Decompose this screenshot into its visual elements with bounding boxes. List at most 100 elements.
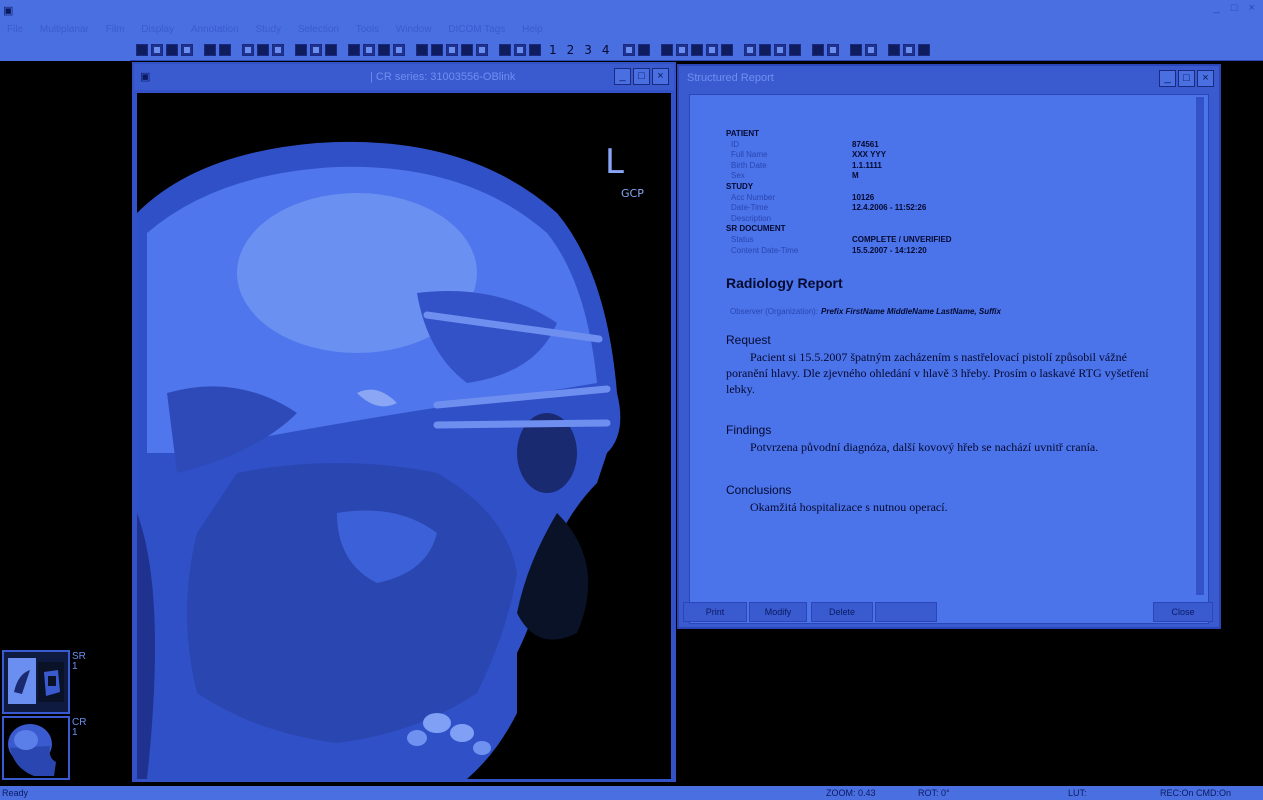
crosshair-icon[interactable] bbox=[720, 44, 733, 56]
invert-icon[interactable] bbox=[325, 44, 337, 56]
mip-icon[interactable] bbox=[675, 44, 688, 56]
sync-icon[interactable] bbox=[446, 44, 458, 56]
menu-annotation[interactable]: Annotation bbox=[184, 22, 246, 35]
menu-selection[interactable]: Selection bbox=[291, 22, 346, 35]
tools-icon[interactable] bbox=[887, 44, 900, 56]
close-series-icon[interactable] bbox=[529, 44, 541, 56]
status-label: Status bbox=[731, 234, 754, 244]
report-scrollbar[interactable] bbox=[1196, 97, 1204, 595]
toolbar: 1 2 3 4 bbox=[0, 39, 1263, 61]
cine-icon[interactable] bbox=[416, 44, 428, 56]
menu-film[interactable]: Film bbox=[99, 22, 132, 35]
report-minimize-button[interactable]: _ bbox=[1159, 70, 1176, 87]
print-icon[interactable] bbox=[204, 44, 216, 56]
image-canvas[interactable]: L GCP bbox=[137, 93, 671, 779]
menu-help[interactable]: Help bbox=[515, 22, 550, 35]
list-icon[interactable] bbox=[637, 44, 650, 56]
exit-icon[interactable] bbox=[917, 44, 930, 56]
cr-thumbnail-image bbox=[8, 724, 56, 776]
observer-line: Observer (Organization): Prefix FirstName… bbox=[730, 307, 1001, 316]
study-datetime-value: 12.4.2006 - 11:52:26 bbox=[852, 203, 927, 213]
viewer-window-icon: ▣ bbox=[140, 71, 151, 83]
hanging-icon[interactable] bbox=[743, 44, 756, 56]
sex-value: M bbox=[852, 171, 859, 181]
minimize-button[interactable]: _ bbox=[614, 68, 631, 85]
srdoc-heading: SR DOCUMENT bbox=[726, 224, 786, 234]
extra-button[interactable] bbox=[875, 602, 937, 622]
report-title-bar: Structured Report _ □ × bbox=[679, 66, 1219, 90]
close-report-button[interactable]: Close bbox=[1153, 602, 1213, 622]
stack-icon[interactable] bbox=[431, 44, 443, 56]
report-icon[interactable] bbox=[622, 44, 635, 56]
delete-button[interactable]: Delete bbox=[811, 602, 873, 622]
series-icon[interactable] bbox=[788, 44, 801, 56]
report-close-icon[interactable]: × bbox=[1197, 70, 1214, 87]
mpr-icon[interactable] bbox=[660, 44, 673, 56]
report-window-title: Structured Report bbox=[687, 72, 774, 84]
annotation-icon[interactable] bbox=[393, 44, 405, 56]
modify-button[interactable]: Modify bbox=[749, 602, 807, 622]
roi-icon[interactable] bbox=[378, 44, 390, 56]
marker-initials: GCP bbox=[621, 187, 644, 200]
menu-window[interactable]: Window bbox=[389, 22, 439, 35]
status-bar: Ready ZOOM: 0.43 ROT: 0° LUT: REC:On CMD… bbox=[0, 786, 1263, 800]
findings-heading: Findings bbox=[726, 423, 772, 437]
flip-icon[interactable] bbox=[310, 44, 322, 56]
cr-series-index: 1 bbox=[72, 727, 78, 738]
patient-name-value: XXX YYY bbox=[852, 150, 887, 160]
request-heading: Request bbox=[726, 333, 771, 347]
grid-icon[interactable] bbox=[499, 44, 511, 56]
link-icon[interactable] bbox=[773, 44, 786, 56]
viewer-title-bar: ▣ | CR series: 31003556-OBlink _ □ × bbox=[134, 64, 674, 90]
rotate-icon[interactable] bbox=[295, 44, 307, 56]
save-icon[interactable] bbox=[151, 44, 163, 56]
compare-icon[interactable] bbox=[758, 44, 771, 56]
tile-icon[interactable] bbox=[514, 44, 526, 56]
window-level-icon[interactable] bbox=[242, 44, 254, 56]
content-datetime-label: Content Date-Time bbox=[731, 245, 799, 255]
angle-icon[interactable] bbox=[363, 44, 375, 56]
pan-icon[interactable] bbox=[272, 44, 284, 56]
film-icon[interactable] bbox=[219, 44, 231, 56]
network-icon[interactable] bbox=[849, 44, 862, 56]
volume-icon[interactable] bbox=[690, 44, 703, 56]
close-button[interactable]: × bbox=[652, 68, 669, 85]
measure-icon[interactable] bbox=[348, 44, 360, 56]
sr-series-thumbnail[interactable] bbox=[2, 650, 70, 714]
copy-icon[interactable] bbox=[166, 44, 178, 56]
sex-label: Sex bbox=[731, 171, 745, 181]
status-lut: LUT: bbox=[1068, 788, 1087, 798]
menu-file[interactable]: File bbox=[0, 22, 30, 35]
fit-icon[interactable] bbox=[476, 44, 488, 56]
menu-dicom-tags[interactable]: DICOM Tags bbox=[441, 22, 512, 35]
layout-2-button[interactable]: 2 bbox=[567, 43, 575, 57]
open-icon[interactable] bbox=[136, 44, 148, 56]
layout-3-button[interactable]: 3 bbox=[584, 43, 592, 57]
reset-icon[interactable] bbox=[461, 44, 473, 56]
dicom-tags-icon[interactable] bbox=[811, 44, 824, 56]
report-maximize-button[interactable]: □ bbox=[1178, 70, 1195, 87]
gear-icon[interactable] bbox=[864, 44, 877, 56]
settings-icon[interactable] bbox=[826, 44, 839, 56]
surface-icon[interactable] bbox=[705, 44, 718, 56]
report-document: PATIENT ID 874561 Full Name XXX YYY Birth … bbox=[689, 94, 1209, 624]
menu-tools[interactable]: Tools bbox=[349, 22, 386, 35]
app-icon: ▣ bbox=[3, 5, 14, 17]
observer-name: Prefix FirstName MiddleName LastName, Su… bbox=[821, 307, 1001, 316]
help-icon[interactable] bbox=[902, 44, 915, 56]
maximize-button[interactable]: □ bbox=[633, 68, 650, 85]
zoom-icon[interactable] bbox=[257, 44, 269, 56]
window-controls[interactable]: _ □ × bbox=[1214, 2, 1259, 14]
cr-series-thumbnail[interactable] bbox=[2, 716, 70, 780]
menu-display[interactable]: Display bbox=[134, 22, 181, 35]
series-panel: SR 1 CR 1 bbox=[0, 62, 130, 786]
birth-date-label: Birth Date bbox=[731, 160, 767, 170]
export-icon[interactable] bbox=[181, 44, 193, 56]
description-label: Description bbox=[731, 213, 772, 223]
observer-label: Observer (Organization): bbox=[730, 307, 819, 316]
layout-1-button[interactable]: 1 bbox=[549, 43, 557, 57]
print-button[interactable]: Print bbox=[683, 602, 747, 622]
layout-4-button[interactable]: 4 bbox=[602, 43, 610, 57]
menu-multiplanar[interactable]: Multiplanar bbox=[33, 22, 96, 35]
menu-study[interactable]: Study bbox=[248, 22, 288, 35]
